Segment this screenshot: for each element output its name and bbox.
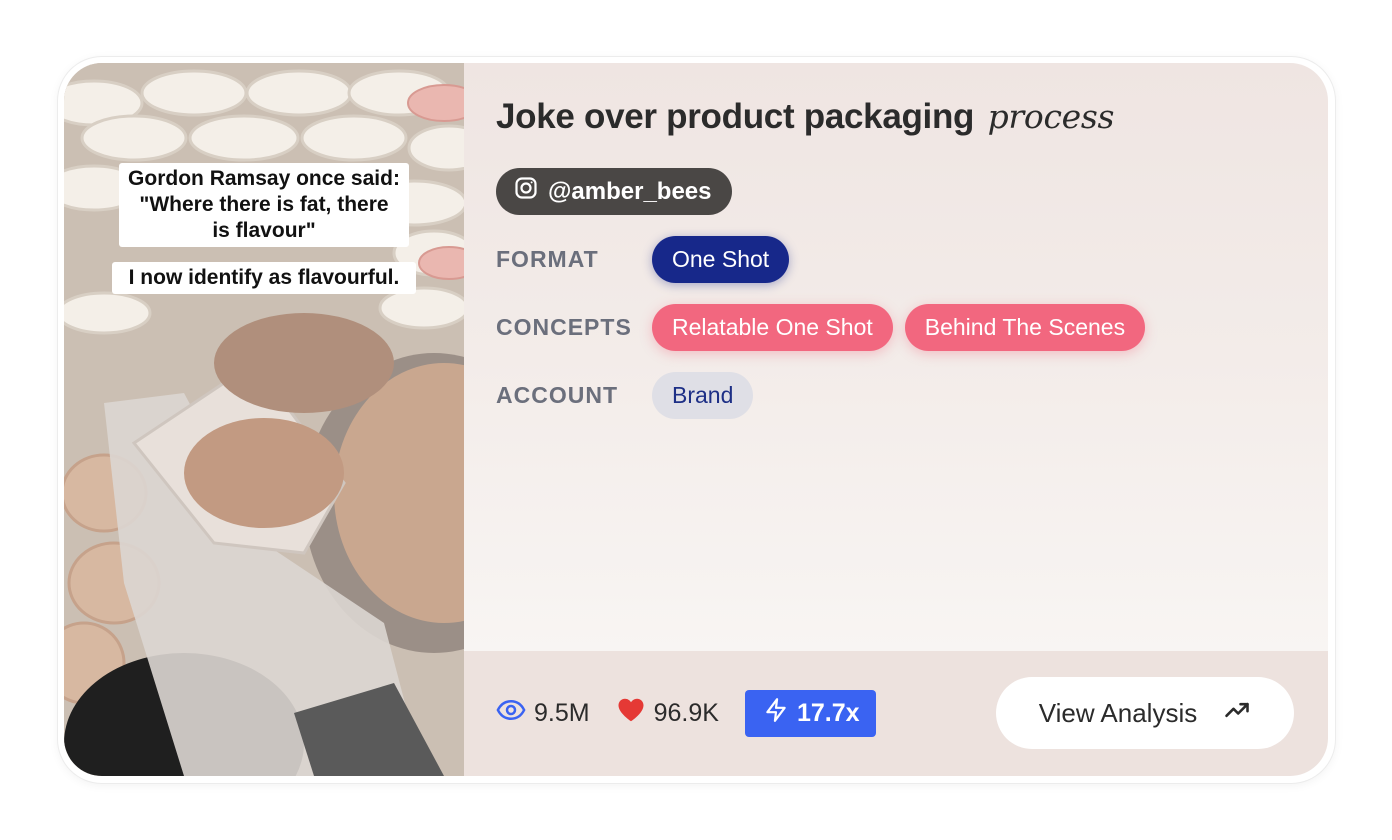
views-count: 9.5M — [534, 699, 590, 727]
concept-pill[interactable]: Behind The Scenes — [904, 304, 1146, 351]
post-title-main: Joke over product packaging — [496, 97, 975, 136]
post-card[interactable]: Gordon Ramsay once said: "Where there is… — [58, 57, 1335, 783]
concepts-label: CONCEPTS — [496, 314, 632, 340]
concept-pill[interactable]: Relatable One Shot — [652, 304, 893, 351]
format-row: FORMAT One Shot — [496, 236, 801, 283]
view-analysis-label: View Analysis — [1038, 697, 1198, 728]
thumbnail-caption-primary: Gordon Ramsay once said: "Where there is… — [119, 163, 409, 247]
details-panel: Joke over product packaging process @amb… — [464, 63, 1328, 651]
eye-icon — [496, 695, 526, 732]
concepts-row: CONCEPTS Relatable One Shot Behind The S… — [496, 304, 1157, 351]
account-row: ACCOUNT Brand — [496, 372, 765, 419]
post-title: Joke over product packaging process — [496, 97, 1114, 137]
trending-up-icon — [1223, 696, 1251, 731]
account-label: ACCOUNT — [496, 382, 618, 408]
view-analysis-button[interactable]: View Analysis — [996, 677, 1294, 749]
post-card-inner: Gordon Ramsay once said: "Where there is… — [64, 63, 1328, 776]
account-handle-chip[interactable]: @amber_bees — [496, 168, 732, 215]
account-handle-text: @amber_bees — [548, 177, 712, 205]
format-label: FORMAT — [496, 246, 599, 272]
post-details: Joke over product packaging process @amb… — [464, 63, 1328, 776]
stats-group: 9.5M 96.9K 17.7x — [496, 690, 876, 737]
lightning-icon — [763, 697, 789, 730]
thumbnail-caption-secondary: I now identify as flavourful. — [112, 262, 416, 294]
post-title-accent: process — [987, 97, 1115, 136]
likes-count: 96.9K — [653, 699, 719, 727]
views-stat: 9.5M — [496, 695, 590, 732]
format-pill[interactable]: One Shot — [652, 236, 790, 283]
likes-stat: 96.9K — [616, 695, 719, 732]
instagram-icon — [514, 176, 538, 207]
account-type-pill[interactable]: Brand — [652, 372, 754, 419]
performance-multiplier-badge: 17.7x — [744, 690, 876, 737]
post-thumbnail[interactable]: Gordon Ramsay once said: "Where there is… — [64, 63, 464, 776]
heart-icon — [616, 695, 646, 732]
multiplier-value: 17.7x — [796, 699, 860, 727]
